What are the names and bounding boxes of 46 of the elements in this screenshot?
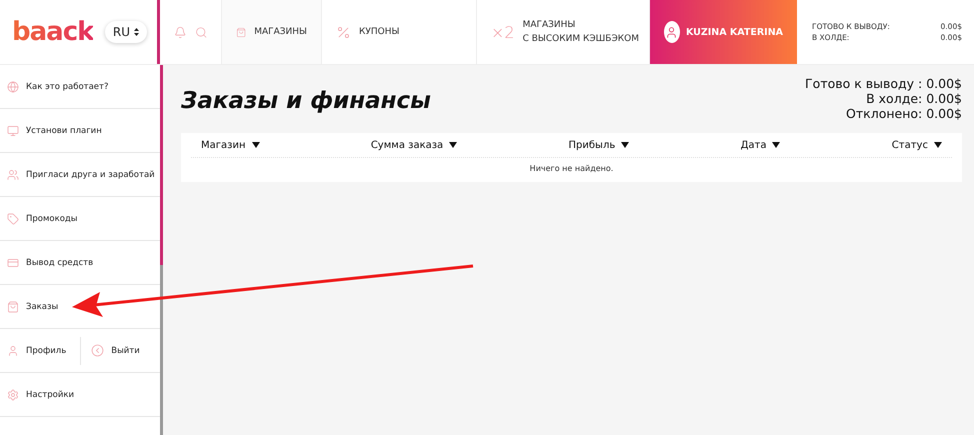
page-title: Заказы и финансы [181,88,431,114]
back-icon [91,344,104,357]
promo-text[interactable]: С ВЫСОКИМ КЭШБЭКОМ [522,34,639,44]
caret-icon [772,142,780,148]
sidebar-item[interactable]: Вывод средств [7,256,94,268]
user-button[interactable]: KUZINA KATERINA [650,0,797,64]
empty-message: Ничего не найдено. [528,163,614,175]
caret-icon [621,142,630,148]
column-header[interactable]: Дата [740,140,780,150]
total-text: Отклонено: 0.00$ [846,106,962,121]
sidebar-item[interactable]: Установи плагин [7,124,102,136]
column-header[interactable]: Прибыль [568,140,630,150]
sidebar-item[interactable]: Заказы [7,300,58,312]
sidebar-item[interactable]: Промокоды [7,212,78,224]
updown-icon [134,28,139,36]
multiplier-text: ×2 [491,22,515,42]
language-select[interactable]: RU [104,21,147,43]
sidebar-icon [7,212,19,224]
search-icon[interactable] [194,24,207,40]
sidebar-icon [7,80,19,92]
caret-icon [252,142,260,148]
bell-icon[interactable] [174,24,186,40]
total-text: В холде: 0.00$ [866,91,962,106]
scrollbar-thumb[interactable] [160,65,163,265]
percent-icon [336,24,351,40]
sidebar-icon [7,300,19,312]
column-header[interactable]: Магазин [201,140,260,150]
nav-link[interactable]: МАГАЗИНЫ [254,27,307,37]
column-header[interactable]: Сумма заказа [370,140,458,150]
sidebar-icon [7,388,19,400]
sidebar-icon [7,256,19,268]
sidebar-item[interactable]: Как это работает? [7,80,108,92]
sidebar-item[interactable]: Пригласи друга и заработай [7,168,155,180]
sidebar-item[interactable]: Профиль [7,344,66,356]
sidebar-item[interactable]: Настройки [7,388,74,400]
sidebar-item[interactable]: Выйти [91,344,140,357]
sidebar-icon [7,344,19,356]
total-text: Готово к выводу : 0.00$ [805,76,962,91]
sidebar-icon [7,168,19,180]
user-icon [665,26,678,38]
promo-text[interactable]: МАГАЗИНЫ [522,20,639,30]
nav-link[interactable]: КУПОНЫ [359,27,400,37]
caret-icon [934,142,942,148]
caret-icon [449,142,458,148]
column-header[interactable]: Статус [892,140,942,150]
sidebar-icon [7,124,19,136]
